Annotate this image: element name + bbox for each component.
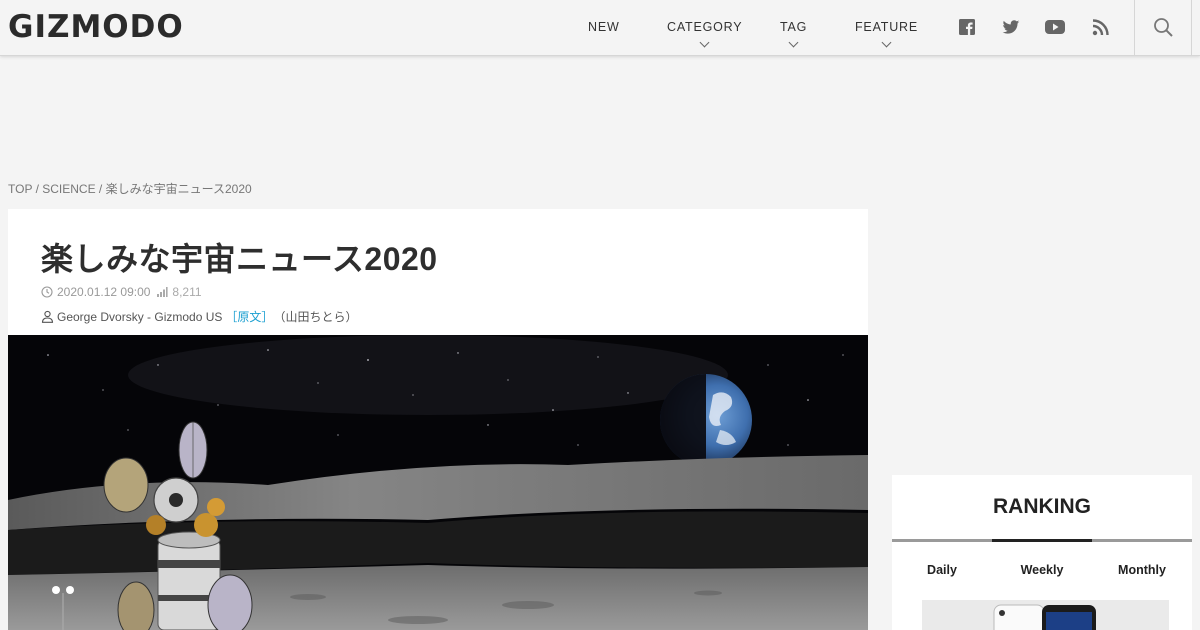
original-bracket: ］	[261, 310, 274, 324]
translator-bracket: （	[273, 310, 286, 324]
search-icon	[1154, 18, 1173, 37]
breadcrumb-separator: /	[32, 182, 43, 196]
breadcrumb: TOP / SCIENCE / 楽しみな宇宙ニュース2020	[8, 180, 252, 197]
chevron-down-icon	[699, 37, 710, 48]
article-hero-image	[8, 335, 868, 630]
translator-name[interactable]: 山田ちとら	[285, 308, 345, 325]
chevron-down-icon	[881, 37, 891, 48]
view-count: 8,211	[156, 285, 202, 299]
breadcrumb-top[interactable]: TOP	[8, 182, 32, 196]
nav-new-label: NEW	[588, 20, 620, 34]
nav-tag-label: TAG	[780, 20, 808, 34]
author-name[interactable]: George Dvorsky - Gizmodo US	[57, 310, 222, 324]
breadcrumb-separator: /	[95, 182, 106, 196]
ranking-tab-monthly[interactable]: Monthly	[1092, 563, 1192, 577]
article-meta: 2020.01.12 09:00 8,211	[41, 285, 202, 299]
original-bracket: ［	[225, 310, 238, 324]
phone-image	[993, 604, 1096, 630]
breadcrumb-current: 楽しみな宇宙ニュース2020	[105, 182, 252, 196]
ranking-tab-daily[interactable]: Daily	[892, 563, 992, 577]
user-icon	[41, 310, 54, 323]
search-button[interactable]	[1134, 0, 1192, 56]
nav-feature-label: FEATURE	[855, 20, 919, 34]
translator-bracket: ）	[345, 310, 358, 324]
nav-new[interactable]: NEW	[588, 20, 620, 34]
ranking-tab-active-indicator	[992, 539, 1092, 542]
site-logo[interactable]: GIZMODO	[8, 9, 184, 45]
view-count-value: 8,211	[172, 285, 202, 299]
ranking-title: RANKING	[993, 495, 1091, 518]
nav-feature[interactable]: FEATURE	[855, 20, 919, 48]
article-title: 楽しみな宇宙ニュース2020	[41, 241, 438, 277]
ranking-widget: RANKING Daily Weekly Monthly	[892, 475, 1192, 630]
ranking-tab-weekly[interactable]: Weekly	[992, 563, 1092, 577]
clock-icon	[41, 286, 53, 298]
facebook-icon[interactable]	[957, 17, 979, 39]
twitter-icon[interactable]	[1001, 17, 1023, 39]
breadcrumb-science[interactable]: SCIENCE	[42, 182, 95, 196]
nav-category[interactable]: CATEGORY	[667, 20, 743, 48]
site-header: GIZMODO NEW CATEGORY TAG FEATURE	[0, 0, 1200, 56]
youtube-icon[interactable]	[1044, 17, 1066, 39]
chevron-down-icon	[788, 37, 799, 48]
article-date: 2020.01.12 09:00	[57, 285, 151, 299]
nav-category-label: CATEGORY	[667, 20, 743, 34]
original-link[interactable]: 原文	[237, 308, 261, 325]
ranking-item-thumbnail[interactable]	[922, 600, 1169, 630]
rss-icon[interactable]	[1091, 17, 1113, 39]
article-byline: George Dvorsky - Gizmodo US ［ 原文 ］ （ 山田ちとら…	[41, 308, 357, 325]
article-card: 楽しみな宇宙ニュース2020 2020.01.12 09:00 8,211 Ge…	[8, 209, 868, 630]
bar-chart-icon	[157, 287, 169, 297]
nav-tag[interactable]: TAG	[780, 20, 808, 48]
